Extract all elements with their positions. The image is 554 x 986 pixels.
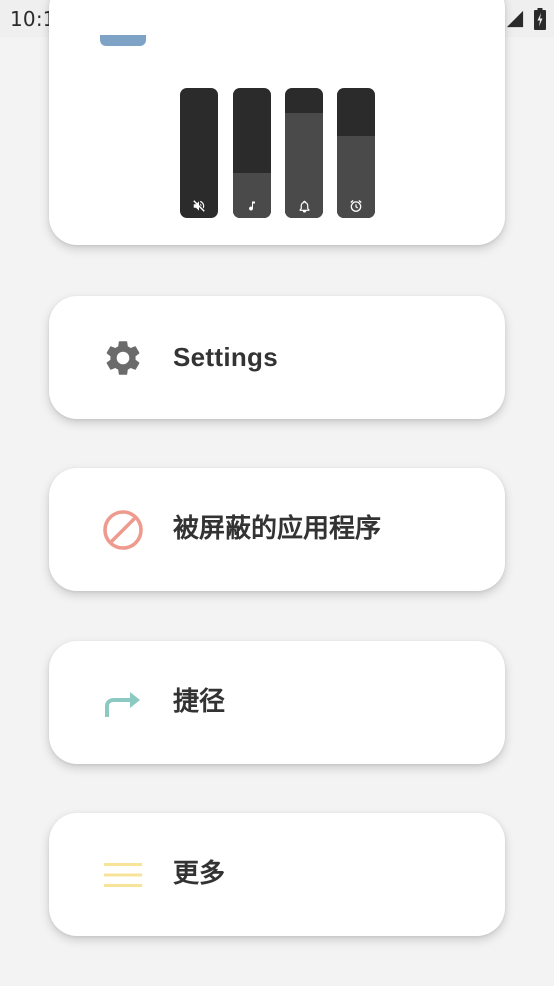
menu-item-shortcuts[interactable]: 捷径 [49, 641, 505, 764]
menu-item-more[interactable]: 更多 [49, 813, 505, 936]
blocked-icon [101, 508, 145, 552]
menu-item-label: 更多 [173, 859, 226, 889]
battery-charging-icon [534, 8, 546, 30]
music-note-icon [233, 199, 271, 213]
volume-panel [49, 0, 505, 245]
alarm-clock-icon [337, 199, 375, 213]
volume-slider-media[interactable] [180, 88, 218, 218]
menu-item-blocked-apps[interactable]: 被屏蔽的应用程序 [49, 468, 505, 591]
bell-icon [285, 199, 323, 213]
volume-slider-music[interactable] [233, 88, 271, 218]
gear-icon [101, 336, 145, 380]
menu-item-settings[interactable]: Settings [49, 296, 505, 419]
menu-lines-icon [101, 853, 145, 897]
cellular-signal-icon [506, 10, 524, 28]
volume-slider-alarm[interactable] [337, 88, 375, 218]
menu-item-label: 捷径 [173, 687, 226, 717]
menu-item-label: Settings [173, 342, 278, 372]
volume-panel-handle[interactable] [100, 35, 146, 46]
shortcut-arrow-icon [101, 681, 145, 725]
volume-off-icon [180, 199, 218, 213]
volume-slider-ring[interactable] [285, 88, 323, 218]
menu-item-label: 被屏蔽的应用程序 [173, 514, 382, 544]
